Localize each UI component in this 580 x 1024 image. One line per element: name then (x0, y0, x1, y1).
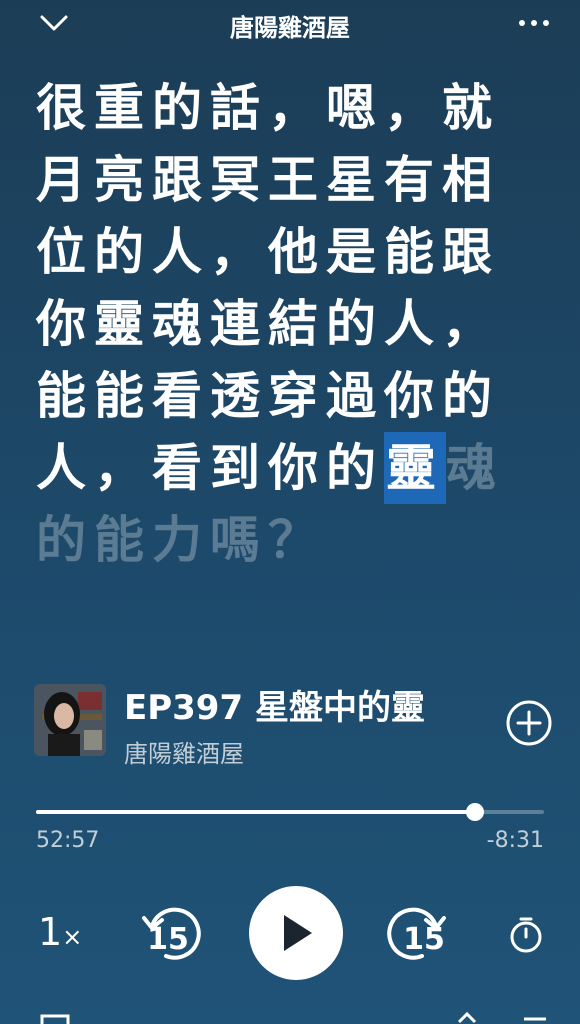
remaining-time: -8:31 (486, 828, 544, 853)
page-title: 唐陽雞酒屋 (230, 14, 350, 42)
play-icon (284, 915, 312, 951)
speed-suffix: × (62, 923, 83, 951)
skip-forward-seconds: 15 (403, 922, 445, 957)
elapsed-time: 52:57 (36, 828, 100, 853)
bookmark-icon[interactable] (40, 1014, 70, 1024)
playback-controls: 1× 15 15 (0, 880, 580, 990)
chevron-down-icon[interactable] (36, 8, 72, 38)
transcript-upcoming-text: 魂 (446, 439, 504, 497)
transcript-line: 能能看透穿過你的 (36, 367, 500, 425)
transcript: 很重的話，嗯，就 月亮跟冥王星有相 位的人，他是能跟 你靈魂連結的人， 能能看透… (36, 72, 566, 576)
progress-handle[interactable] (465, 803, 484, 821)
transcript-line: 月亮跟冥王星有相 (36, 151, 500, 209)
transcript-line: 很重的話，嗯，就 (36, 79, 500, 137)
speed-value: 1 (38, 910, 63, 954)
episode-artwork[interactable] (34, 684, 106, 756)
transcript-line: 位的人，他是能跟 (36, 223, 500, 281)
current-word-highlight: 靈 (384, 432, 446, 504)
play-button[interactable] (249, 886, 343, 980)
timer-icon[interactable] (506, 914, 546, 954)
skip-back-15-icon[interactable]: 15 (138, 898, 208, 968)
more-dots-icon[interactable] (514, 8, 554, 38)
progress-slider[interactable] (36, 803, 544, 821)
top-bar: 唐陽雞酒屋 (0, 0, 580, 50)
speed-button[interactable]: 1× (38, 910, 82, 954)
progress-fill (36, 810, 475, 814)
transcript-line-upcoming: 的能力嗎？ (36, 511, 326, 569)
episode-info: EP397 星盤中的靈 唐陽雞酒屋 (34, 680, 554, 780)
transcript-spoken-text: 人，看到你的 (36, 439, 384, 497)
transcript-line-current: 人，看到你的靈魂 (36, 432, 566, 504)
episode-title[interactable]: EP397 星盤中的靈 (124, 680, 474, 724)
share-icon[interactable] (454, 1012, 480, 1024)
transcript-line: 你靈魂連結的人， (36, 295, 500, 353)
skip-forward-15-icon[interactable]: 15 (380, 898, 450, 968)
add-circle-icon[interactable] (504, 698, 554, 748)
bottom-toolbar (0, 1010, 580, 1024)
skip-back-seconds: 15 (147, 922, 189, 957)
queue-icon[interactable] (522, 1014, 548, 1024)
show-name[interactable]: 唐陽雞酒屋 (124, 734, 244, 769)
